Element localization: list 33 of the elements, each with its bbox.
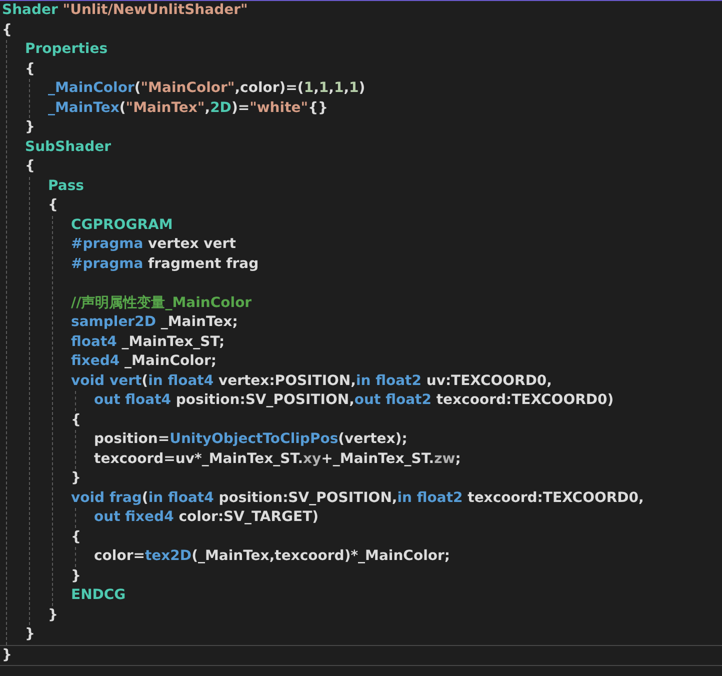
code-line: void vert(in float4 vertex:POSITION,in float2 uv:TEXCOORD0, [71,372,552,388]
code-line: Properties [25,41,108,57]
code-line: } [71,470,81,486]
code-line: _MainColor("MainColor",color)=(1,1,1,1) [48,80,366,96]
code-line: #pragma vertex vert [71,236,236,252]
code-line: fixed4 _MainColor; [71,353,217,369]
code-line: //声明属性变量_MainColor [71,294,252,310]
code-line: position=UnityObjectToClipPos(vertex); [94,431,408,447]
code-line: void frag(in float4 position:SV_POSITION,in float2 texcoord:TEXCOORD0, [71,490,644,506]
code-line: { [48,197,58,213]
code-line: { [71,412,81,428]
code-line: { [25,60,35,76]
code-line: } [71,568,81,584]
code-line: sampler2D _MainTex; [71,314,238,330]
code-line: out float4 position:SV_POSITION,out float2 texcoord:TEXCOORD0) [94,392,614,408]
code-line: Shader "Unlit/NewUnlitShader" [2,2,248,18]
code-line: ENDCG [71,587,126,603]
code-line: { [2,22,12,38]
code-line: } [48,606,58,622]
code-line: } [2,646,12,662]
code-line: #pragma fragment frag [71,256,259,272]
code-line: } [25,626,35,642]
code-line: { [71,528,81,544]
code-line: Pass [48,178,84,194]
code-line: } [25,119,35,135]
code-line: out fixed4 color:SV_TARGET) [94,509,319,525]
code-line: SubShader [25,138,111,154]
code-line: texcoord=uv*_MainTex_ST.xy+_MainTex_ST.zw; [94,450,461,466]
code-line: CGPROGRAM [71,216,173,232]
code-line: color=tex2D(_MainTex,texcoord)*_MainColor; [94,548,450,564]
code-line: { [25,158,35,174]
code-line: _MainTex("MainTex",2D)="white"{} [48,100,328,116]
code-line: float4 _MainTex_ST; [71,334,225,350]
